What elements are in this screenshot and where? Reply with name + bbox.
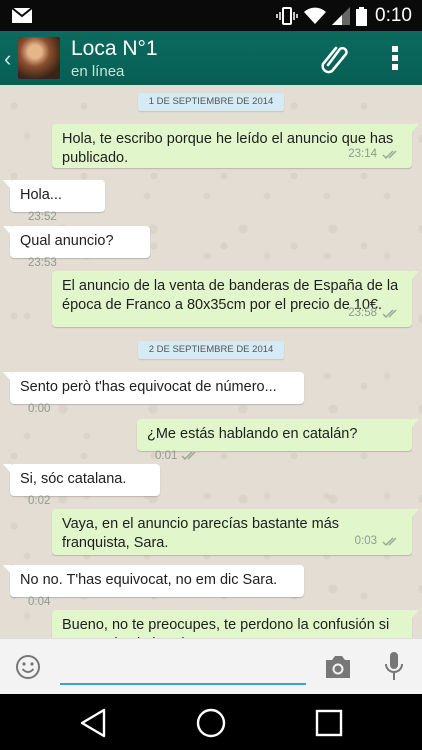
emoji-icon[interactable]	[15, 654, 41, 680]
message-outgoing[interactable]: Vaya, en el anuncio parecías bastante má…	[52, 509, 419, 555]
message-time: 23:58	[348, 307, 377, 319]
message-input[interactable]	[60, 651, 306, 685]
message-outgoing[interactable]: Hola, te escribo porque he leído el anun…	[52, 124, 419, 168]
double-check-icon	[181, 451, 196, 461]
chat-area[interactable]: 1 DE SEPTIEMBRE DE 2014 Hola, te escribo…	[0, 85, 422, 638]
more-vert-icon[interactable]	[386, 43, 404, 73]
system-nav-bar	[0, 694, 422, 750]
message-outgoing[interactable]: Bueno, no te preocupes, te perdono la co…	[52, 610, 419, 638]
compose-bar	[0, 638, 422, 694]
contact-name[interactable]: Loca N°1	[71, 37, 158, 61]
wifi-icon	[304, 7, 327, 24]
message-time: 23:53	[28, 257, 57, 269]
double-check-icon	[382, 537, 397, 547]
message-meta: 0:03	[355, 532, 402, 551]
double-check-icon	[382, 150, 397, 160]
message-outgoing[interactable]: El anuncio de la venta de banderas de Es…	[52, 271, 419, 327]
mail-icon	[12, 8, 32, 23]
message-incoming[interactable]: Hola... 23:52	[3, 180, 105, 223]
status-bar: 0:10	[0, 0, 422, 31]
mic-icon[interactable]	[383, 651, 405, 683]
nav-recents-icon[interactable]	[312, 706, 346, 740]
message-text: Bueno, no te preocupes, te perdono la co…	[62, 617, 390, 638]
battery-icon	[356, 6, 368, 26]
contact-presence: en línea	[71, 63, 125, 80]
message-incoming[interactable]: No no. T'has equivocat, no em dic Sara. …	[3, 565, 304, 608]
message-meta: 23:14	[348, 145, 402, 164]
message-text: Hola, te escribo porque he leído el anun…	[62, 131, 394, 166]
message-time: 23:14	[348, 148, 377, 160]
double-check-icon	[382, 309, 397, 319]
message-time: 23:52	[28, 211, 57, 223]
date-chip: 2 DE SEPTIEMBRE DE 2014	[138, 341, 284, 359]
message-text: Hola...	[20, 187, 62, 203]
message-outgoing[interactable]: ¿Me estás hablando en catalán? 0:01	[137, 419, 419, 462]
message-incoming[interactable]: Si, sóc catalana. 0:02	[3, 464, 160, 507]
message-text: Si, sóc catalana.	[20, 471, 127, 487]
message-time: 0:04	[28, 596, 51, 608]
message-text: Qual anuncio?	[20, 233, 114, 249]
message-time: 0:02	[28, 495, 51, 507]
paperclip-icon[interactable]	[318, 41, 352, 75]
message-time: 0:00	[28, 403, 51, 415]
message-time: 0:03	[354, 535, 377, 547]
camera-icon[interactable]	[323, 654, 353, 680]
signal-icon	[332, 7, 351, 25]
message-time: 0:01	[155, 450, 178, 462]
message-meta: 23:58	[348, 304, 402, 323]
status-time: 0:10	[375, 5, 412, 26]
message-text: No no. T'has equivocat, no em dic Sara.	[20, 572, 278, 588]
nav-home-icon[interactable]	[194, 706, 228, 740]
message-text: Sento però t'has equivocat de número...	[20, 379, 277, 395]
avatar[interactable]	[18, 37, 60, 79]
message-meta: 0:01	[155, 450, 201, 462]
date-chip: 1 DE SEPTIEMBRE DE 2014	[138, 93, 284, 111]
message-text: ¿Me estás hablando en catalán?	[147, 426, 358, 442]
nav-back-icon[interactable]	[76, 706, 110, 740]
message-incoming[interactable]: Qual anuncio? 23:53	[3, 226, 150, 269]
message-text: Vaya, en el anuncio parecías bastante má…	[62, 516, 340, 551]
vibrate-icon	[276, 7, 298, 25]
back-chevron-icon[interactable]: ‹	[4, 46, 11, 72]
message-incoming[interactable]: Sento però t'has equivocat de número... …	[3, 372, 304, 415]
chat-header: ‹ Loca N°1 en línea	[0, 31, 422, 85]
